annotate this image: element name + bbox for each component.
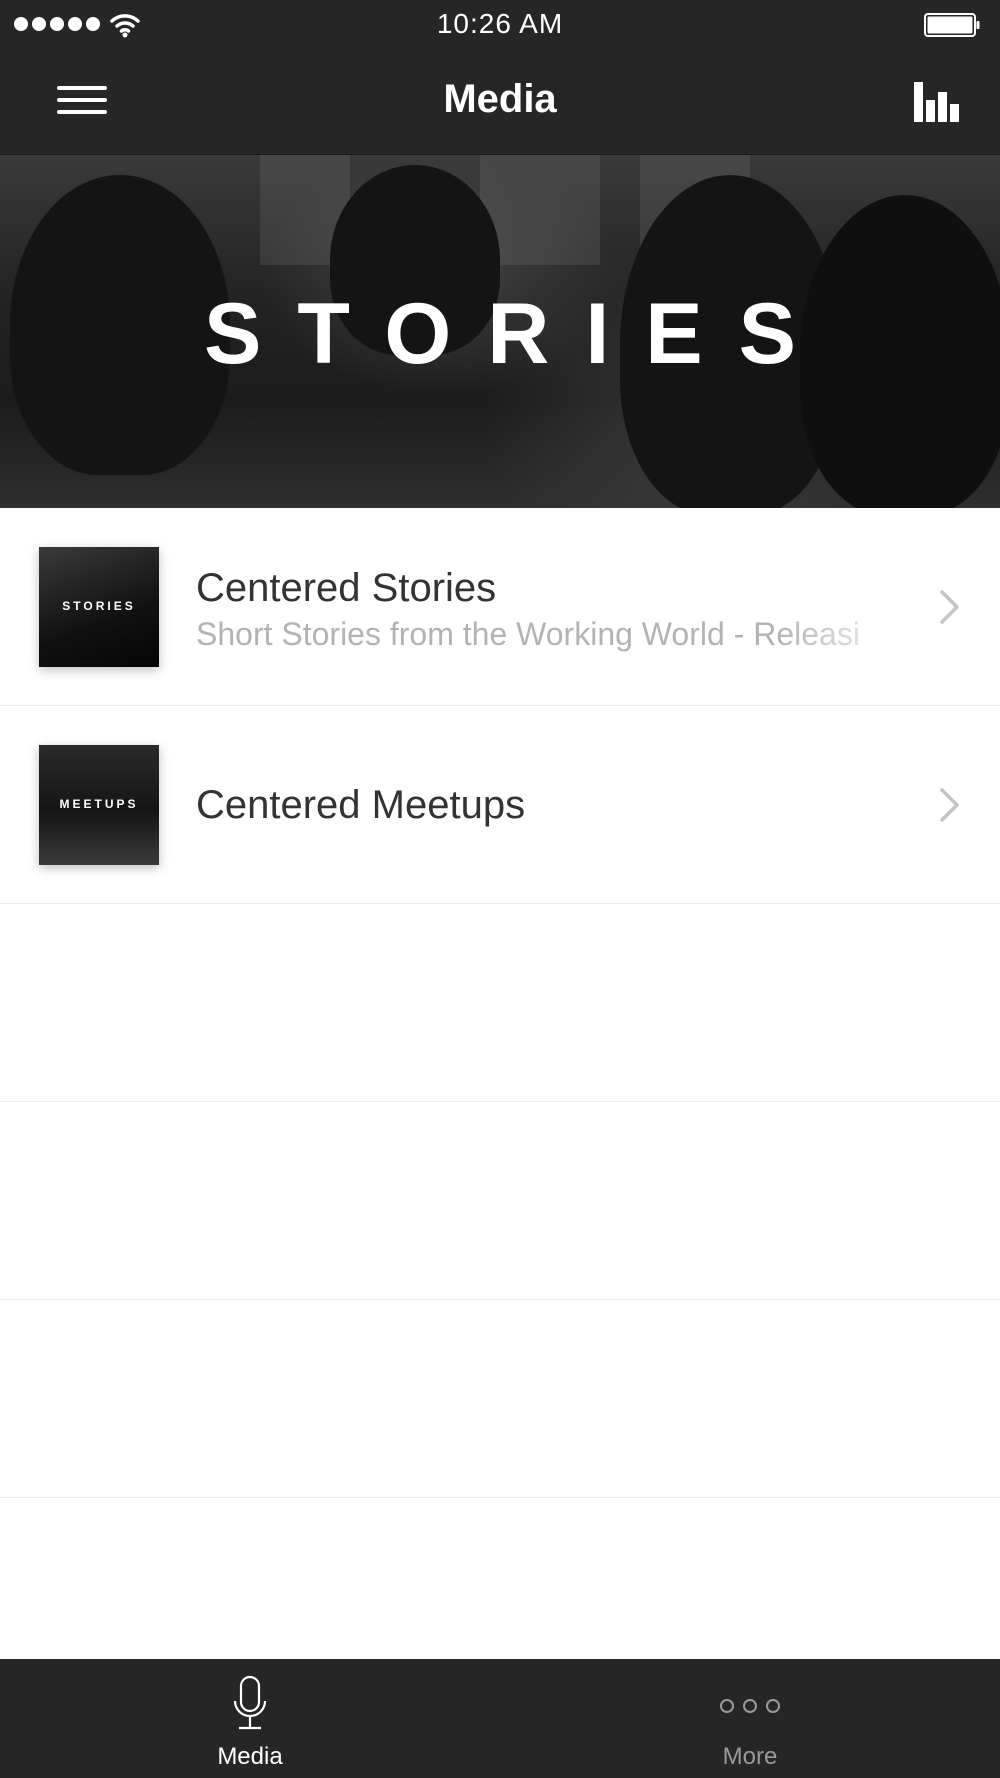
channel-thumbnail: STORIES	[39, 547, 159, 667]
thumbnail-label: STORIES	[62, 599, 136, 613]
empty-row	[0, 1102, 1000, 1300]
bar-chart-icon[interactable]	[912, 76, 962, 126]
more-dots-icon	[720, 1699, 780, 1713]
hero-title: STORIES	[204, 286, 832, 382]
tab-label: More	[722, 1743, 778, 1770]
channel-title: Centered Stories	[196, 566, 497, 610]
channel-list: STORIES Centered Stories Short Stories f…	[0, 508, 1000, 1498]
channel-title: Centered Meetups	[196, 783, 526, 827]
status-bar: 10:26 AM	[0, 0, 1000, 50]
chevron-right-icon	[940, 788, 959, 822]
list-item-centered-stories[interactable]: STORIES Centered Stories Short Stories f…	[0, 508, 1000, 706]
stories-hero-banner[interactable]: STORIES	[0, 155, 1000, 508]
thumbnail-label: MEETUPS	[59, 797, 139, 811]
navigation-bar: Media	[0, 50, 1000, 155]
chevron-right-icon	[940, 590, 959, 624]
empty-row	[0, 904, 1000, 1102]
tab-media[interactable]: Media	[0, 1659, 500, 1778]
list-item-centered-meetups[interactable]: MEETUPS Centered Meetups	[0, 706, 1000, 904]
status-time: 10:26 AM	[436, 8, 564, 39]
tab-more[interactable]: More	[500, 1659, 1000, 1778]
channel-thumbnail: MEETUPS	[39, 745, 159, 865]
battery-icon	[924, 13, 980, 37]
empty-row	[0, 1300, 1000, 1498]
page-title: Media	[443, 77, 557, 121]
tab-bar: Media More	[0, 1659, 1000, 1778]
microphone-icon	[233, 1675, 267, 1730]
tab-label: Media	[217, 1743, 283, 1770]
channel-subtitle: Short Stories from the Working World - R…	[196, 616, 860, 652]
